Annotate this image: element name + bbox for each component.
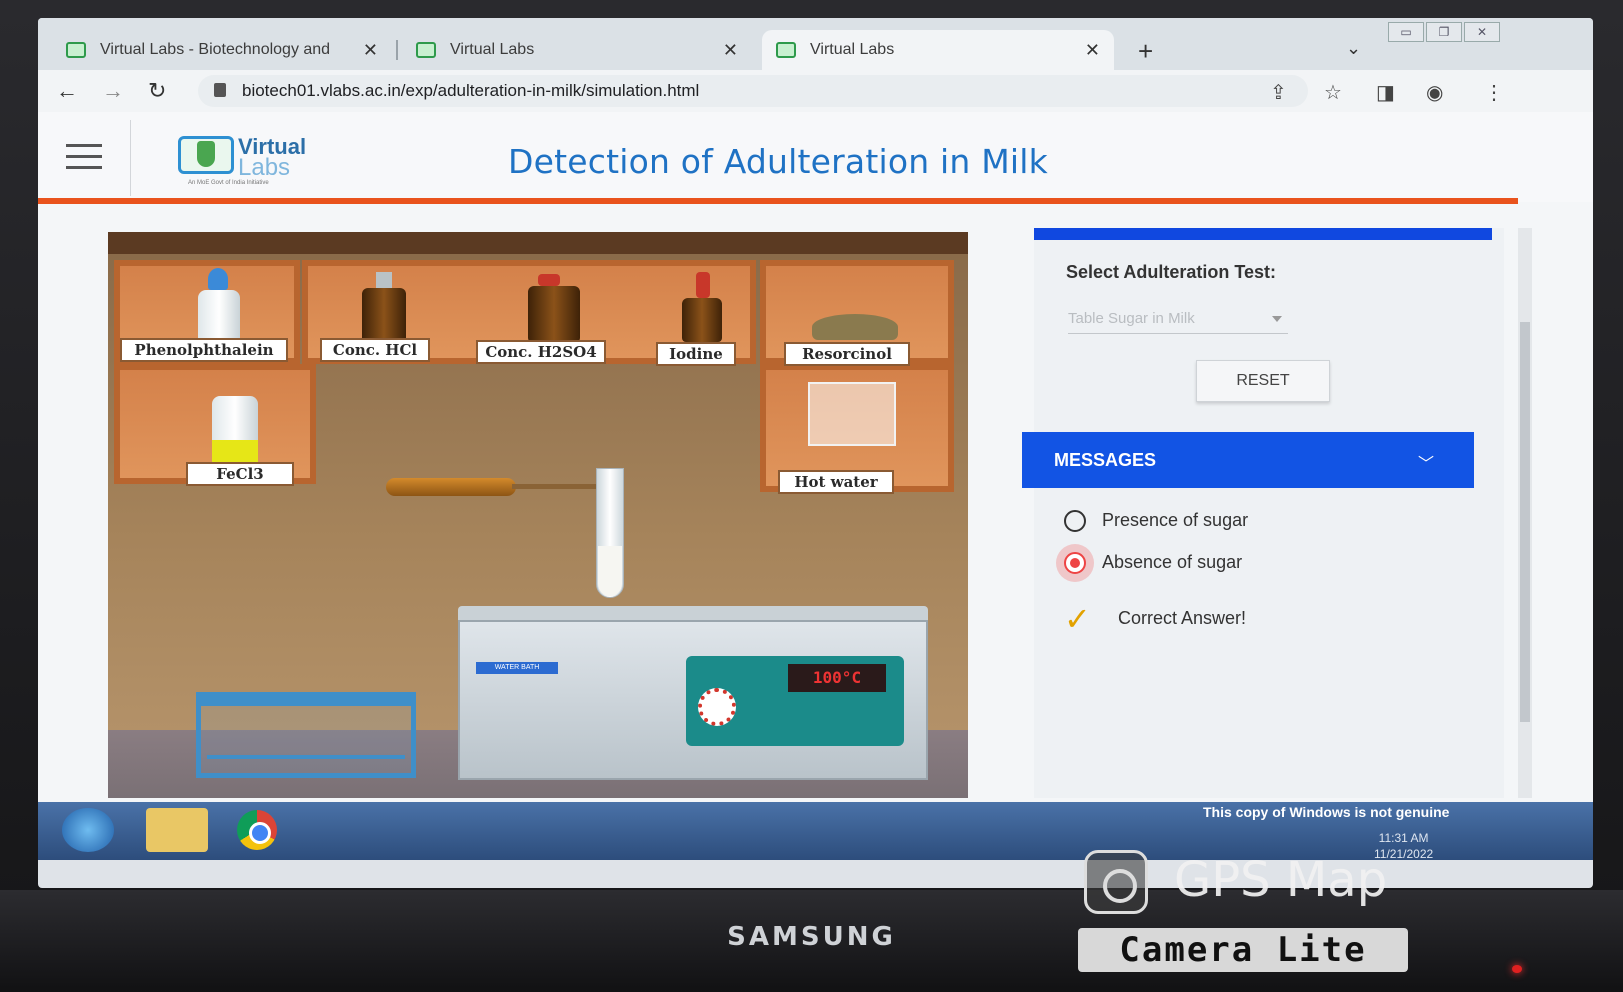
tab-label: Virtual Labs [810,41,895,58]
camera-icon [1084,850,1148,914]
chrome-taskbar-icon[interactable] [226,808,288,852]
iodine-bottle[interactable] [682,298,722,342]
resorcinol-label: Resorcinol [784,342,910,366]
h2so4-bottle[interactable] [528,286,580,342]
forward-arrow-icon[interactable]: → [102,78,124,104]
hot-water-label: Hot water [778,470,894,494]
hot-water-beaker[interactable] [808,382,896,446]
bookmark-star-icon[interactable]: ☆ [1324,80,1342,105]
dropper-cap-icon [208,268,228,290]
close-tab-icon[interactable]: ✕ [1085,40,1100,61]
checkmark-icon: ✓ [1064,601,1091,637]
presence-of-sugar-label[interactable]: Presence of sugar [1102,510,1248,531]
profile-avatar-icon[interactable]: ◉ [1426,80,1443,105]
tab-strip: Virtual Labs - Biotechnology and ✕ Virtu… [38,18,1593,70]
window-controls: ▭ ❐ ✕ [1388,22,1500,42]
tab-virtual-labs-2[interactable]: Virtual Labs ✕ [402,30,752,70]
tab-label: Virtual Labs [450,41,535,58]
site-header: Virtual Labs An MoE Govt of India Initia… [38,112,1593,204]
close-window-icon[interactable]: ✕ [1464,22,1500,42]
header-accent-line [38,198,1518,204]
tab-label: Virtual Labs - Biotechnology and [100,41,331,58]
back-arrow-icon[interactable]: ← [56,78,78,104]
page-title: Detection of Adulteration in Milk [508,142,1048,181]
presence-of-sugar-radio[interactable] [1064,510,1086,532]
clock-time: 11:31 AM [1378,831,1429,845]
dropdown-caret-icon [1272,316,1282,322]
scrollbar-thumb[interactable] [1520,322,1530,722]
canvas-top-trim [108,232,968,254]
reload-icon[interactable]: ↻ [148,78,166,104]
flask-logo-icon [178,136,234,174]
tab-biotechnology[interactable]: Virtual Labs - Biotechnology and ✕ [52,30,392,70]
side-panel-icon[interactable]: ◨ [1376,80,1395,105]
monitor-frame: Virtual Labs - Biotechnology and ✕ Virtu… [0,0,1623,992]
h2so4-label: Conc. H2SO4 [476,340,606,364]
chevron-down-icon[interactable]: ﹀ [1418,450,1434,474]
minimize-icon[interactable]: ▭ [1388,22,1424,42]
share-icon[interactable]: ⇪ [1270,80,1287,105]
lock-icon [214,83,226,97]
url-text: biotech01.vlabs.ac.in/exp/adulteration-i… [242,81,700,100]
menu-kebab-icon[interactable]: ⋮ [1484,80,1504,105]
test-tube-rack[interactable] [196,692,416,778]
simulation-canvas: Phenolphthalein Conc. HCl Conc. H2SO4 Io… [108,232,968,798]
tab-virtual-labs-active[interactable]: Virtual Labs ✕ [762,30,1114,70]
bottle-cap-icon [538,274,560,286]
feedback-message: Correct Answer! [1118,608,1247,628]
screen: Virtual Labs - Biotechnology and ✕ Virtu… [38,18,1593,888]
tab-separator [396,40,398,60]
control-panel: Select Adulteration Test: Table Sugar in… [1022,228,1504,798]
watermark-line2: Camera Lite [1078,928,1408,972]
header-divider [130,120,131,196]
phenolphthalein-label: Phenolphthalein [120,338,288,362]
watermark-line1: GPS Map [1174,852,1388,908]
control-panel-accent [1034,228,1492,240]
adulteration-test-select[interactable]: Table Sugar in Milk [1068,306,1288,334]
virtual-labs-favicon-icon [776,42,796,58]
temperature-display: 100°C [788,664,886,692]
logo-subtext: Labs [238,154,291,181]
power-led-icon [1512,965,1522,973]
virtual-labs-favicon-icon [66,42,86,58]
absence-of-sugar-label[interactable]: Absence of sugar [1102,552,1242,573]
browser-toolbar: ← → ↻ biotech01.vlabs.ac.in/exp/adultera… [38,70,1593,112]
file-explorer-icon[interactable] [146,808,208,852]
water-bath-tag: WATER BATH [476,662,558,674]
temperature-knob-icon[interactable] [698,688,736,726]
fecl3-label: FeCl3 [186,462,294,486]
tab-search-chevron-icon[interactable]: ⌄ [1346,38,1361,59]
camera-watermark: GPS Map [1084,850,1404,930]
dropper-cap-icon [696,272,710,298]
test-tube-milk [598,546,622,596]
messages-title: MESSAGES [1054,450,1157,470]
virtual-labs-logo[interactable]: Virtual Labs An MoE Govt of India Initia… [178,130,310,188]
address-bar[interactable]: biotech01.vlabs.ac.in/exp/adulteration-i… [198,75,1308,107]
virtual-labs-favicon-icon [416,42,436,58]
select-value: Table Sugar in Milk [1068,310,1195,327]
start-button-icon[interactable] [62,808,114,852]
logo-tagline: An MoE Govt of India Initiative [188,180,269,186]
close-tab-icon[interactable]: ✕ [363,40,378,61]
test-tube-holder[interactable] [386,478,516,496]
web-page: Virtual Labs An MoE Govt of India Initia… [38,112,1593,804]
hcl-label: Conc. HCl [320,338,430,362]
bottle-neck [376,272,392,288]
messages-header[interactable]: MESSAGES ﹀ [1022,432,1474,488]
select-test-label: Select Adulteration Test: [1066,262,1277,282]
windows-genuine-notice: This copy of Windows is not genuine [1203,804,1450,820]
absence-of-sugar-radio[interactable] [1064,552,1086,574]
hamburger-menu-icon[interactable] [66,144,102,177]
hcl-bottle[interactable] [362,288,406,344]
restore-icon[interactable]: ❐ [1426,22,1462,42]
resorcinol-powder[interactable] [812,314,898,340]
new-tab-icon[interactable]: + [1138,36,1153,67]
iodine-label: Iodine [656,342,736,366]
reset-button[interactable]: RESET [1196,360,1330,402]
close-tab-icon[interactable]: ✕ [723,40,738,61]
holder-rod [512,484,608,489]
